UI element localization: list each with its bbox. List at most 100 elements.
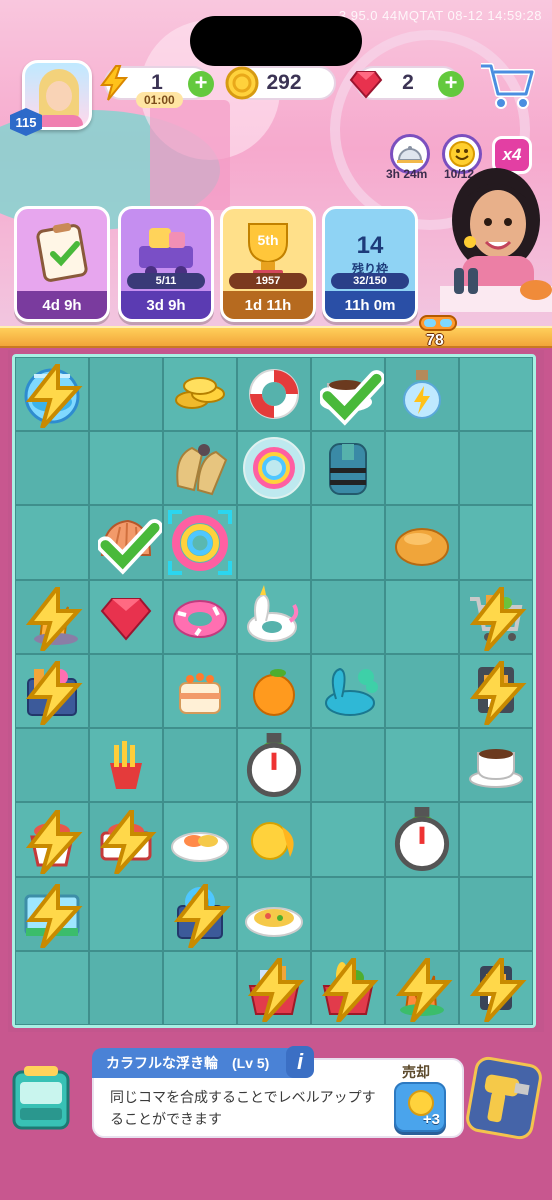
board-cell[interactable] (459, 653, 533, 729)
fries-icon[interactable] (94, 733, 158, 797)
board-cell[interactable] (385, 505, 459, 580)
add-energy-button[interactable]: + (188, 71, 214, 97)
sea-event-card[interactable]: 14 残り枠 32/150 11h 0m (322, 206, 418, 322)
seafood-plate-icon[interactable] (168, 807, 232, 871)
coins-icon[interactable] (168, 362, 232, 426)
board-cell[interactable] (237, 728, 311, 803)
board-cell[interactable] (311, 802, 385, 877)
board-cell[interactable] (385, 728, 459, 803)
board-cell[interactable] (385, 653, 459, 729)
board-cell[interactable] (89, 802, 163, 877)
ranking-event-card[interactable]: 5th 1957 1d 11h (220, 206, 316, 322)
board-cell[interactable] (237, 431, 311, 506)
board-cell[interactable] (15, 950, 89, 1025)
ruby-gem-icon[interactable] (94, 585, 158, 649)
cake-icon[interactable] (168, 659, 232, 723)
board-cell[interactable] (15, 505, 89, 580)
board-cell[interactable] (237, 505, 311, 580)
board-cell[interactable] (311, 653, 385, 729)
board-cell[interactable] (311, 876, 385, 951)
board-cell[interactable] (163, 802, 237, 877)
board-cell[interactable] (459, 950, 533, 1025)
bread-roll-icon[interactable] (390, 511, 454, 575)
board-cell[interactable] (459, 505, 533, 580)
board-cell[interactable] (89, 950, 163, 1025)
board-cell[interactable] (459, 802, 533, 877)
peacock-float-icon[interactable] (316, 659, 380, 723)
pink-float-ring-icon[interactable] (168, 585, 232, 649)
swim-fins-icon[interactable] (168, 436, 232, 500)
life-ring-icon[interactable] (242, 362, 306, 426)
board-cell[interactable] (15, 876, 89, 951)
board-cell[interactable] (15, 653, 89, 729)
coffee-cup-icon[interactable] (464, 733, 528, 797)
board-cell[interactable] (237, 579, 311, 654)
board-cell[interactable] (89, 505, 163, 580)
board-cell[interactable] (237, 653, 311, 729)
board-cell[interactable] (15, 357, 89, 432)
inventory-box-button[interactable] (10, 1062, 72, 1134)
board-cell[interactable] (89, 579, 163, 654)
energy-potion-icon[interactable] (390, 362, 454, 426)
board-cell[interactable] (385, 431, 459, 506)
board-cell[interactable] (459, 579, 533, 654)
lightning-badge-icon (25, 883, 83, 948)
board-cell[interactable] (311, 505, 385, 580)
delivery-event-card[interactable]: 5/11 3d 9h (118, 206, 214, 322)
merge-board[interactable] (12, 354, 536, 1028)
coin-counter[interactable]: 292 (225, 66, 336, 100)
board-cell[interactable] (89, 653, 163, 729)
board-cell[interactable] (311, 728, 385, 803)
board-cell[interactable] (459, 431, 533, 506)
sell-button[interactable]: +3 (394, 1082, 446, 1132)
board-cell[interactable] (163, 505, 237, 580)
board-cell[interactable] (163, 876, 237, 951)
paella-plate-icon[interactable] (242, 882, 306, 946)
board-cell[interactable] (89, 728, 163, 803)
board-cell[interactable] (89, 357, 163, 432)
board-cell[interactable] (15, 579, 89, 654)
board-cell[interactable] (163, 653, 237, 729)
lemon-slice-icon[interactable] (242, 807, 306, 871)
add-gems-button[interactable]: + (438, 71, 464, 97)
board-cell[interactable] (163, 357, 237, 432)
board-cell[interactable] (89, 876, 163, 951)
board-cell[interactable] (89, 431, 163, 506)
info-button[interactable]: i (286, 1046, 314, 1078)
board-cell[interactable] (459, 876, 533, 951)
task-event-card[interactable]: 4d 9h (14, 206, 110, 322)
rainbow-ring-bubble-icon[interactable] (242, 436, 306, 500)
board-cell[interactable] (385, 579, 459, 654)
check-icon (320, 370, 384, 426)
board-cell[interactable] (459, 357, 533, 432)
board-cell[interactable] (163, 728, 237, 803)
board-cell[interactable] (237, 950, 311, 1025)
board-cell[interactable] (163, 431, 237, 506)
orange-icon[interactable] (242, 659, 306, 723)
board-cell[interactable] (237, 802, 311, 877)
board-cell[interactable] (237, 357, 311, 432)
board-cell[interactable] (311, 579, 385, 654)
shop-cart-button[interactable] (478, 60, 536, 110)
board-cell[interactable] (15, 728, 89, 803)
board-cell[interactable] (15, 802, 89, 877)
board-cell[interactable] (311, 431, 385, 506)
board-cell[interactable] (311, 950, 385, 1025)
board-cell[interactable] (385, 802, 459, 877)
drill-tool-button[interactable] (463, 1054, 545, 1142)
board-cell[interactable] (237, 876, 311, 951)
board-cell[interactable] (15, 431, 89, 506)
board-cell[interactable] (385, 876, 459, 951)
chef-character[interactable] (440, 150, 552, 320)
board-cell[interactable] (163, 950, 237, 1025)
lightning-icon (96, 64, 132, 102)
board-cell[interactable] (385, 357, 459, 432)
board-cell[interactable] (163, 579, 237, 654)
gem-counter[interactable]: 2 + (349, 66, 464, 100)
board-cell[interactable] (459, 728, 533, 803)
life-vest-icon[interactable] (316, 436, 380, 500)
unicorn-float-icon[interactable] (242, 584, 306, 649)
lightning-badge-icon (25, 364, 83, 429)
board-cell[interactable] (311, 357, 385, 432)
board-cell[interactable] (385, 950, 459, 1025)
